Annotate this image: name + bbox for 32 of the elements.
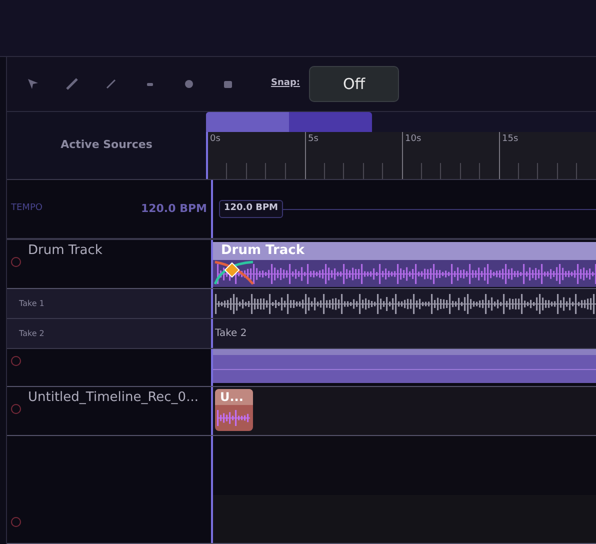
column-header: Active Sources — [60, 137, 152, 154]
tempo-value: 120.0 BPM — [140, 200, 207, 217]
pointer-icon[interactable] — [27, 78, 39, 90]
time-label: 15s — [501, 133, 520, 145]
take-label: Take 1 — [19, 298, 44, 310]
record-icon[interactable] — [11, 404, 21, 414]
record-icon[interactable] — [11, 356, 21, 366]
pencil-icon[interactable] — [66, 78, 78, 90]
square-icon[interactable] — [224, 80, 232, 88]
snap-toggle[interactable]: Off — [309, 66, 400, 102]
waveform — [217, 409, 250, 427]
take-label: Take 2 — [19, 328, 44, 340]
dash-icon[interactable] — [147, 82, 153, 86]
tempo-label: TEMPO — [11, 202, 42, 216]
clip-title: Drum Track — [221, 242, 305, 260]
dot-icon[interactable] — [185, 80, 193, 88]
time-label: 0s — [209, 133, 222, 145]
audio-clip[interactable] — [213, 349, 596, 383]
snap-label: Snap: — [271, 77, 300, 90]
take-lane-label: Take 2 — [214, 327, 247, 341]
time-label: 10s — [404, 133, 422, 145]
time-label: 5s — [307, 133, 320, 145]
record-icon[interactable] — [11, 257, 21, 267]
tempo-marker[interactable]: 120.0 BPM — [219, 200, 284, 218]
scroll-thumb[interactable] — [206, 112, 372, 132]
line-icon[interactable] — [106, 79, 116, 89]
record-icon[interactable] — [11, 517, 21, 527]
track-name: Drum Track — [28, 242, 102, 260]
clip-title: U... — [215, 389, 253, 405]
track-name: Untitled_Timeline_Rec_0... — [28, 389, 198, 407]
fade-handle-drawing[interactable] — [213, 260, 255, 286]
time-ruler[interactable]: 0s 5s 10s 15s — [206, 132, 596, 179]
